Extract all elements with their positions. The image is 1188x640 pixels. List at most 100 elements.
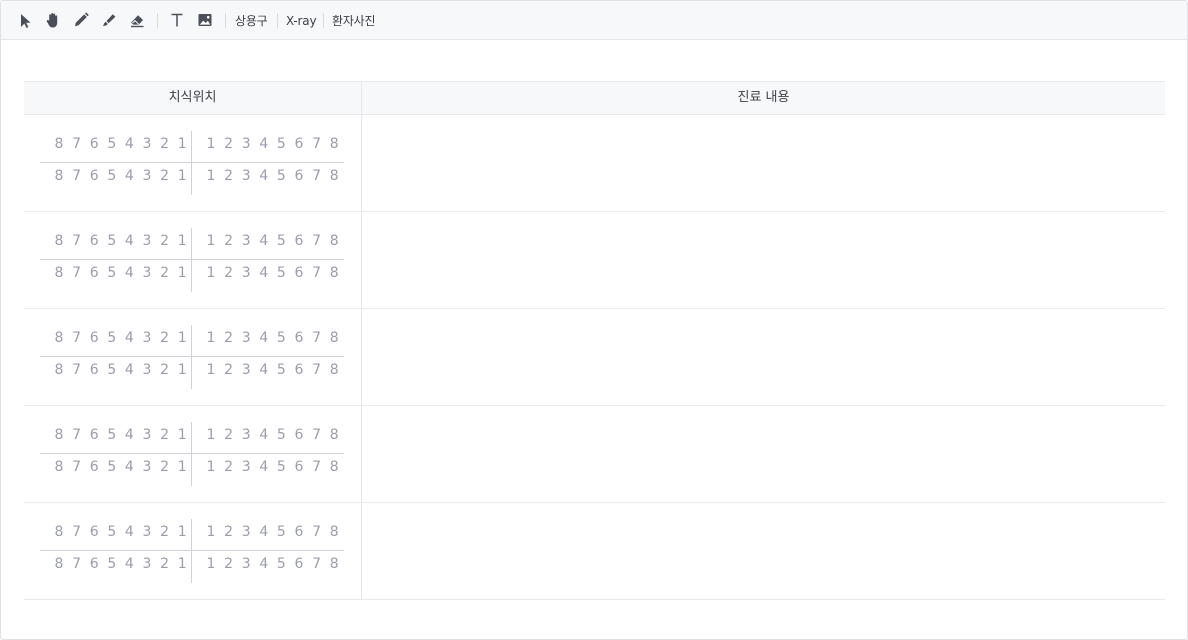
tooth-number[interactable]: 8	[326, 554, 342, 574]
tooth-number[interactable]: 2	[157, 522, 173, 542]
tooth-number[interactable]: 5	[273, 328, 289, 348]
tooth-number[interactable]: 7	[69, 263, 85, 283]
tooth-number[interactable]: 2	[221, 522, 237, 542]
tooth-number[interactable]: 1	[174, 231, 190, 251]
tooth-number[interactable]: 5	[104, 522, 120, 542]
tooth-number[interactable]: 5	[104, 328, 120, 348]
tooth-number[interactable]: 3	[238, 166, 254, 186]
tooth-number[interactable]: 4	[256, 457, 272, 477]
tooth-number[interactable]: 7	[69, 134, 85, 154]
tooth-number[interactable]: 3	[238, 263, 254, 283]
treatment-content-cell[interactable]	[362, 406, 1165, 502]
tooth-number[interactable]: 2	[221, 425, 237, 445]
tooth-number[interactable]: 2	[221, 360, 237, 380]
treatment-content-cell[interactable]	[362, 212, 1165, 308]
tooth-number[interactable]: 3	[238, 425, 254, 445]
tooth-number[interactable]: 4	[121, 360, 137, 380]
tooth-number[interactable]: 2	[157, 231, 173, 251]
tooth-number[interactable]: 4	[256, 328, 272, 348]
tooth-number[interactable]: 4	[121, 328, 137, 348]
tooth-number[interactable]: 1	[203, 328, 219, 348]
tooth-number[interactable]: 4	[256, 360, 272, 380]
tooth-number[interactable]: 6	[291, 166, 307, 186]
tooth-number[interactable]: 5	[104, 134, 120, 154]
tooth-number[interactable]: 3	[139, 360, 155, 380]
tooth-number[interactable]: 4	[121, 231, 137, 251]
tooth-number[interactable]: 3	[238, 231, 254, 251]
tooth-number[interactable]: 5	[104, 231, 120, 251]
tooth-number[interactable]: 8	[51, 134, 67, 154]
tooth-number[interactable]: 4	[256, 263, 272, 283]
tooth-number[interactable]: 5	[104, 554, 120, 574]
tooth-number[interactable]: 2	[157, 360, 173, 380]
tooth-number[interactable]: 8	[326, 263, 342, 283]
tooth-number[interactable]: 7	[69, 425, 85, 445]
tooth-number[interactable]: 6	[86, 522, 102, 542]
tooth-number[interactable]: 1	[174, 328, 190, 348]
tooth-number[interactable]: 6	[86, 554, 102, 574]
tooth-number[interactable]: 5	[273, 263, 289, 283]
tooth-number[interactable]: 6	[86, 457, 102, 477]
patient-photo-button[interactable]: 환자사진	[332, 12, 376, 30]
tooth-number[interactable]: 8	[326, 166, 342, 186]
tooth-number[interactable]: 1	[203, 231, 219, 251]
tooth-number[interactable]: 6	[86, 263, 102, 283]
tooth-number[interactable]: 8	[51, 263, 67, 283]
tooth-number[interactable]: 1	[203, 425, 219, 445]
xray-button[interactable]: X-ray	[286, 12, 317, 30]
tooth-number[interactable]: 3	[139, 231, 155, 251]
tooth-number[interactable]: 2	[157, 328, 173, 348]
tooth-number[interactable]: 3	[139, 134, 155, 154]
tooth-number[interactable]: 6	[86, 360, 102, 380]
tooth-number[interactable]: 5	[273, 231, 289, 251]
tooth-number[interactable]: 2	[221, 328, 237, 348]
tooth-number[interactable]: 6	[86, 231, 102, 251]
tooth-number[interactable]: 4	[256, 231, 272, 251]
tooth-number[interactable]: 5	[273, 457, 289, 477]
image-icon[interactable]	[196, 11, 214, 29]
tooth-number[interactable]: 1	[203, 457, 219, 477]
eraser-icon[interactable]	[128, 11, 146, 29]
tooth-number[interactable]: 2	[157, 166, 173, 186]
tooth-number[interactable]: 4	[256, 554, 272, 574]
tooth-number[interactable]: 3	[139, 263, 155, 283]
tooth-number[interactable]: 4	[256, 134, 272, 154]
tooth-number[interactable]: 7	[309, 328, 325, 348]
tooth-number[interactable]: 5	[273, 522, 289, 542]
tooth-number[interactable]: 3	[139, 425, 155, 445]
tooth-number[interactable]: 6	[291, 522, 307, 542]
tooth-number[interactable]: 3	[238, 522, 254, 542]
tooth-number[interactable]: 2	[221, 166, 237, 186]
tooth-number[interactable]: 1	[203, 263, 219, 283]
tooth-number[interactable]: 1	[174, 425, 190, 445]
tooth-number[interactable]: 5	[104, 263, 120, 283]
pointer-icon[interactable]	[17, 11, 35, 29]
tooth-number[interactable]: 5	[104, 457, 120, 477]
tooth-number[interactable]: 2	[221, 134, 237, 154]
tooth-number[interactable]: 2	[157, 134, 173, 154]
tooth-number[interactable]: 7	[309, 360, 325, 380]
tooth-number[interactable]: 3	[139, 522, 155, 542]
tooth-number[interactable]: 4	[256, 425, 272, 445]
tooth-number[interactable]: 5	[273, 166, 289, 186]
tooth-number[interactable]: 7	[69, 457, 85, 477]
tooth-number[interactable]: 1	[203, 554, 219, 574]
tooth-number[interactable]: 3	[139, 457, 155, 477]
treatment-content-cell[interactable]	[362, 503, 1165, 599]
tooth-number[interactable]: 6	[86, 425, 102, 445]
text-icon[interactable]	[168, 11, 186, 29]
tooth-number[interactable]: 6	[86, 328, 102, 348]
tooth-number[interactable]: 4	[121, 522, 137, 542]
tooth-number[interactable]: 8	[51, 554, 67, 574]
tooth-number[interactable]: 1	[174, 360, 190, 380]
pencil-icon[interactable]	[72, 11, 90, 29]
tooth-number[interactable]: 1	[174, 166, 190, 186]
tooth-number[interactable]: 7	[309, 457, 325, 477]
tooth-number[interactable]: 3	[139, 166, 155, 186]
tooth-number[interactable]: 1	[203, 166, 219, 186]
tooth-number[interactable]: 4	[121, 166, 137, 186]
tooth-number[interactable]: 1	[174, 263, 190, 283]
tooth-number[interactable]: 5	[104, 360, 120, 380]
tooth-number[interactable]: 6	[291, 328, 307, 348]
tooth-number[interactable]: 4	[256, 166, 272, 186]
